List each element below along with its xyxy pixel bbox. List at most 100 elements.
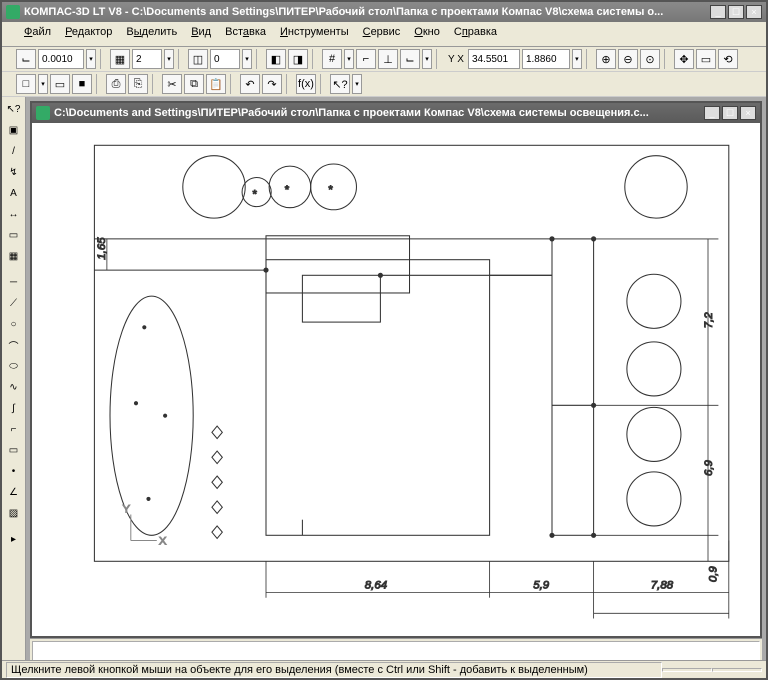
zoom-fit-button[interactable]: ⊙	[640, 49, 660, 69]
gripper-icon[interactable]	[6, 74, 12, 94]
zoom-in-button[interactable]: ⊕	[596, 49, 616, 69]
close-button[interactable]: ×	[746, 5, 762, 19]
rect-tool-icon[interactable]: ▭	[4, 225, 24, 245]
cursor-button[interactable]: ↖?	[330, 74, 350, 94]
rotate-button[interactable]: ⟲	[718, 49, 738, 69]
preview-button[interactable]: ⎘	[128, 74, 148, 94]
gripper-icon[interactable]	[8, 24, 14, 44]
hatch-tool-icon[interactable]: ▨	[4, 503, 24, 523]
gripper-icon[interactable]	[6, 49, 12, 69]
ellipse-tool-icon[interactable]: ⬭	[4, 356, 24, 376]
eraser1-button[interactable]: ◧	[266, 49, 286, 69]
menu-select[interactable]: Выделить	[120, 24, 183, 44]
paste-button[interactable]: 📋	[206, 74, 226, 94]
document-titlebar: C:\Documents and Settings\ПИТЕР\Рабочий …	[32, 103, 760, 123]
zoom-out-button[interactable]: ⊖	[618, 49, 638, 69]
pan-button[interactable]: ✥	[674, 49, 694, 69]
menubar: Файл Редактор Выделить Вид Вставка Инстр…	[2, 22, 766, 47]
maximize-button[interactable]: ☐	[728, 5, 744, 19]
xy-label: Y X	[446, 54, 466, 65]
toolbar-top-2: □ ▾ ▭ ■ ⎙ ⎘ ✂ ⧉ 📋 ↶ ↷ f(x) ↖? ▾	[2, 72, 766, 97]
state-icon[interactable]: ◫	[188, 49, 208, 69]
coord-y-input[interactable]	[522, 49, 570, 69]
new-button[interactable]: □	[16, 74, 36, 94]
copy-button[interactable]: ⧉	[184, 74, 204, 94]
line2-tool-icon[interactable]: ─	[4, 272, 24, 292]
selection-tool-icon[interactable]: ↖?	[4, 99, 24, 119]
expand-tool-icon[interactable]: ▸	[4, 529, 24, 549]
svg-text:0,9: 0,9	[707, 566, 719, 583]
svg-text:7,2: 7,2	[703, 312, 715, 329]
svg-text:6,9: 6,9	[703, 459, 715, 476]
document-icon	[36, 106, 50, 120]
grid-button[interactable]: #	[322, 49, 342, 69]
grid-dropdown[interactable]: ▾	[344, 49, 354, 69]
menu-service[interactable]: Сервис	[357, 24, 407, 44]
redo-button[interactable]: ↷	[262, 74, 282, 94]
dim-tool-icon[interactable]: ↔	[4, 204, 24, 224]
save-button[interactable]: ■	[72, 74, 92, 94]
state-input[interactable]	[210, 49, 240, 69]
document-area: C:\Documents and Settings\ПИТЕР\Рабочий …	[26, 97, 766, 660]
ortho-button[interactable]: ⌐	[356, 49, 376, 69]
menu-tools[interactable]: Инструменты	[274, 24, 355, 44]
table-tool-icon[interactable]: ▦	[4, 246, 24, 266]
arc-tool-icon[interactable]: ⟋	[4, 293, 24, 313]
cursor-dropdown[interactable]: ▾	[352, 74, 362, 94]
menu-view[interactable]: Вид	[185, 24, 217, 44]
svg-text:8,64: 8,64	[365, 579, 387, 591]
menu-help[interactable]: Справка	[448, 24, 503, 44]
toolbar-top-1: ⌙ ▾ ▦ ▾ ◫ ▾ ◧ ◨ # ▾ ⌐ ⊥ ⌙ ▾ Y X ▾ ⊕ ⊖ ⊙ …	[2, 47, 766, 72]
doc-minimize-button[interactable]: _	[704, 106, 720, 120]
document-title: C:\Documents and Settings\ПИТЕР\Рабочий …	[54, 107, 704, 119]
menu-edit[interactable]: Редактор	[59, 24, 118, 44]
minimize-button[interactable]: _	[710, 5, 726, 19]
doc-maximize-button[interactable]: ☐	[722, 106, 738, 120]
step-icon[interactable]: ⌙	[16, 49, 36, 69]
new-dropdown[interactable]: ▾	[38, 74, 48, 94]
doc-close-button[interactable]: ×	[740, 106, 756, 120]
coord-x-input[interactable]	[468, 49, 520, 69]
layer-input[interactable]	[132, 49, 162, 69]
status-text: Щелкните левой кнопкой мыши на объекте д…	[6, 662, 662, 678]
state-dropdown[interactable]: ▾	[242, 49, 252, 69]
fx-button[interactable]: f(x)	[296, 74, 316, 94]
app-title: КОМПАС-3D LT V8 - C:\Documents and Setti…	[24, 6, 710, 18]
spline2-tool-icon[interactable]: ∫	[4, 398, 24, 418]
snap-dropdown[interactable]: ▾	[422, 49, 432, 69]
arc2-tool-icon[interactable]: ⌒	[4, 335, 24, 355]
status-cell-2	[662, 668, 712, 672]
menu-window[interactable]: Окно	[408, 24, 446, 44]
menu-insert[interactable]: Вставка	[219, 24, 272, 44]
perp-button[interactable]: ⊥	[378, 49, 398, 69]
rect2-tool-icon[interactable]: ▭	[4, 440, 24, 460]
eraser2-button[interactable]: ◨	[288, 49, 308, 69]
line-tool-icon[interactable]: /	[4, 141, 24, 161]
chamfer-tool-icon[interactable]: ∠	[4, 482, 24, 502]
fillet-tool-icon[interactable]: ⌐	[4, 419, 24, 439]
step-dropdown[interactable]: ▾	[86, 49, 96, 69]
spline-tool-icon[interactable]: ∿	[4, 377, 24, 397]
document-window: C:\Documents and Settings\ПИТЕР\Рабочий …	[30, 101, 762, 638]
zoom-window-button[interactable]: ▭	[696, 49, 716, 69]
layer-icon[interactable]: ▦	[110, 49, 130, 69]
circle-tool-icon[interactable]: ○	[4, 314, 24, 334]
coord-dropdown[interactable]: ▾	[572, 49, 582, 69]
drawing-canvas[interactable]: * * *	[32, 123, 760, 636]
cut-button[interactable]: ✂	[162, 74, 182, 94]
step-input[interactable]	[38, 49, 84, 69]
print-button[interactable]: ⎙	[106, 74, 126, 94]
menu-file[interactable]: Файл	[18, 24, 57, 44]
drawing-svg: * * *	[32, 123, 760, 636]
open-button[interactable]: ▭	[50, 74, 70, 94]
poly-tool-icon[interactable]: ↯	[4, 162, 24, 182]
sidebar-toolbar: ↖? ▣ / ↯ A ↔ ▭ ▦ ─ ⟋ ○ ⌒ ⬭ ∿ ∫ ⌐ ▭ • ∠ ▨…	[2, 97, 26, 660]
text-tool-icon[interactable]: A	[4, 183, 24, 203]
menu-file-label: айл	[32, 26, 51, 38]
layer-dropdown[interactable]: ▾	[164, 49, 174, 69]
tool2-icon[interactable]: ▣	[4, 120, 24, 140]
point-tool-icon[interactable]: •	[4, 461, 24, 481]
snap-button[interactable]: ⌙	[400, 49, 420, 69]
undo-button[interactable]: ↶	[240, 74, 260, 94]
property-box[interactable]	[32, 641, 760, 660]
